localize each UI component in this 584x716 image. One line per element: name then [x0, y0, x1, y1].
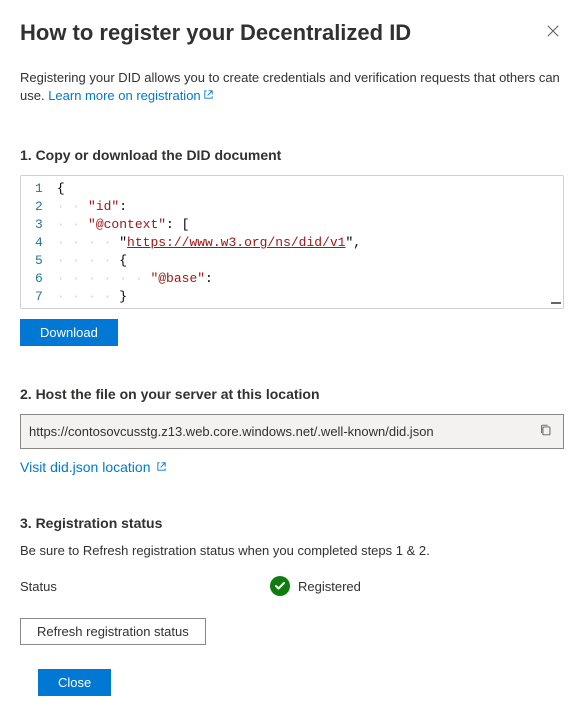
step-1-heading: 1. Copy or download the DID document [20, 147, 564, 163]
code-content: {· · "id":· · "@context": [· · · · "http… [57, 176, 563, 308]
external-link-icon [201, 88, 214, 103]
did-document-code[interactable]: 1234567 {· · "id":· · "@context": [· · ·… [20, 175, 564, 309]
learn-more-link-text: Learn more on registration [48, 88, 200, 103]
visit-location-link[interactable]: Visit did.json location [20, 459, 167, 475]
close-button[interactable] [542, 20, 564, 47]
status-label: Status [20, 579, 270, 594]
success-check-icon [270, 576, 290, 596]
status-value: Registered [270, 576, 361, 596]
copy-location-button[interactable] [537, 421, 555, 442]
download-button[interactable]: Download [20, 319, 118, 346]
copy-icon [539, 425, 553, 440]
step-3-section: 3. Registration status Be sure to Refres… [20, 515, 564, 645]
close-footer-button[interactable]: Close [38, 669, 111, 696]
refresh-status-button[interactable]: Refresh registration status [20, 618, 206, 645]
status-value-text: Registered [298, 579, 361, 594]
code-gutter: 1234567 [21, 176, 57, 308]
location-field-wrapper [20, 414, 564, 449]
step-3-instruction: Be sure to Refresh registration status w… [20, 543, 564, 558]
step-2-heading: 2. Host the file on your server at this … [20, 386, 564, 402]
dialog-title: How to register your Decentralized ID [20, 20, 411, 46]
step-1-section: 1. Copy or download the DID document 123… [20, 147, 564, 346]
dialog-description: Registering your DID allows you to creat… [20, 69, 564, 105]
scrollbar-stub [551, 302, 561, 304]
status-row: Status Registered [20, 576, 564, 596]
external-link-icon [154, 459, 167, 475]
learn-more-link[interactable]: Learn more on registration [48, 88, 213, 103]
step-2-section: 2. Host the file on your server at this … [20, 386, 564, 475]
close-icon [546, 25, 560, 42]
dialog-footer: Close [20, 669, 564, 696]
location-input[interactable] [29, 424, 537, 439]
step-3-heading: 3. Registration status [20, 515, 564, 531]
visit-location-link-text: Visit did.json location [20, 459, 150, 475]
